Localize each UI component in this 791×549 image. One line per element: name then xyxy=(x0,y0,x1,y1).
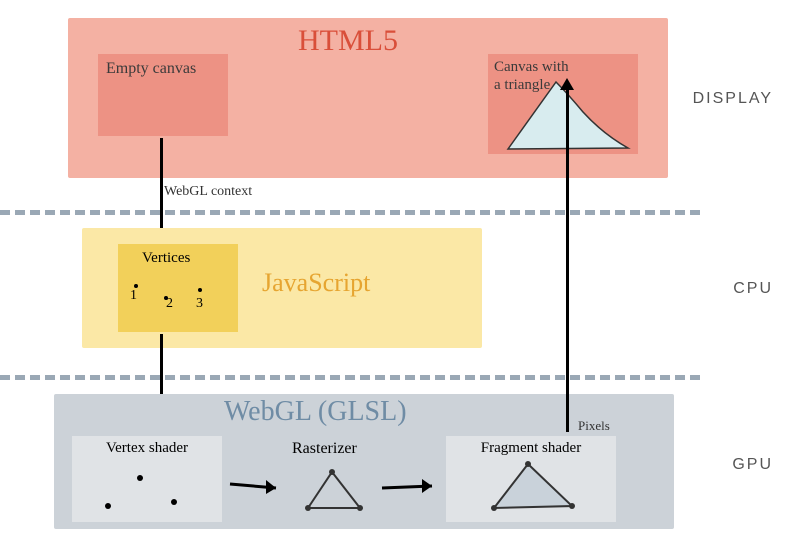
triangle-graphic xyxy=(488,54,638,154)
vertex-1: 1 xyxy=(130,288,137,304)
vertex-shader-box: Vertex shader xyxy=(72,436,222,522)
rasterizer-label: Rasterizer xyxy=(292,440,357,458)
webgl-context-label: WebGL context xyxy=(164,184,252,200)
vertices-label: Vertices xyxy=(142,250,190,267)
layer-label-cpu: CPU xyxy=(733,280,773,298)
layer-label-gpu: GPU xyxy=(732,456,773,474)
canvas-triangle-box: Canvas with a triangle xyxy=(488,54,638,154)
empty-canvas-label: Empty canvas xyxy=(106,60,196,78)
arrowhead-gpu-to-display xyxy=(560,78,574,90)
arrow-gpu-to-display xyxy=(566,88,569,432)
vertex-2: 2 xyxy=(166,296,173,312)
vertices-box: Vertices 1 2 3 xyxy=(118,244,238,332)
gpu-panel: WebGL (GLSL) Pixels Vertex shader Raster… xyxy=(54,394,674,529)
vertex-3: 3 xyxy=(196,296,203,312)
divider-cpu-gpu xyxy=(0,375,700,380)
display-title: HTML5 xyxy=(298,24,398,58)
gpu-title: WebGL (GLSL) xyxy=(224,396,407,428)
cpu-panel: Vertices 1 2 3 JavaScript xyxy=(82,228,482,348)
rasterizer-triangle xyxy=(294,460,374,520)
display-panel: HTML5 Empty canvas Canvas with a triangl… xyxy=(68,18,668,178)
divider-display-cpu xyxy=(0,210,700,215)
layer-label-display: DISPLAY xyxy=(693,90,773,108)
fragment-shader-triangle xyxy=(446,436,616,522)
fragment-shader-box: Fragment shader xyxy=(446,436,616,522)
empty-canvas-box: Empty canvas xyxy=(98,54,228,136)
cpu-title: JavaScript xyxy=(262,268,370,298)
pixels-label: Pixels xyxy=(578,418,610,434)
vertex-shader-dots xyxy=(72,436,222,522)
